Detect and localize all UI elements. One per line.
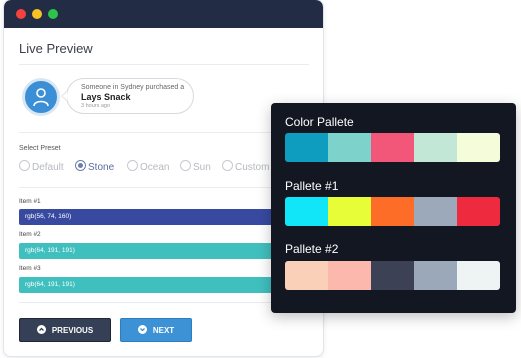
divider [19, 132, 309, 133]
preset-option-default[interactable]: Default [19, 160, 64, 173]
item-color-bar[interactable]: rgb(56, 74, 160) [19, 209, 279, 225]
color-swatch[interactable] [457, 133, 500, 162]
select-preset-label: Select Preset [19, 145, 61, 152]
palette-title: Color Pallete [285, 115, 354, 129]
chevron-up-icon [36, 325, 46, 334]
palette-swatches[interactable] [285, 197, 500, 226]
notification-time: 3 hours ago [81, 103, 111, 109]
color-swatch[interactable] [414, 197, 457, 226]
preset-option-custom[interactable]: Custom [222, 160, 269, 173]
item-color-bar[interactable]: rgb(64, 191, 191) [19, 243, 279, 259]
item-label: Item #3 [19, 265, 41, 272]
palette-panel: Color Pallete Pallete #1 Pallete #2 [271, 103, 516, 313]
avatar [22, 78, 60, 116]
radio-icon [180, 160, 191, 171]
color-swatch[interactable] [328, 261, 371, 290]
color-swatch[interactable] [328, 133, 371, 162]
purchase-notification: Someone in Sydney purchased a Lays Snack… [66, 78, 194, 114]
item-label: Item #1 [19, 198, 41, 205]
preset-option-label: Default [32, 162, 64, 173]
color-swatch[interactable] [414, 261, 457, 290]
close-window-button[interactable] [16, 9, 26, 19]
preset-option-label: Stone [88, 162, 115, 173]
color-swatch[interactable] [285, 133, 328, 162]
palette-title: Pallete #2 [285, 242, 339, 256]
item-color-bar[interactable]: rgb(64, 191, 191) [19, 277, 279, 293]
title-bar [4, 0, 323, 28]
color-swatch[interactable] [371, 261, 414, 290]
minimize-window-button[interactable] [32, 9, 42, 19]
divider [19, 187, 309, 188]
next-button-label: NEXT [152, 326, 175, 335]
color-swatch[interactable] [414, 133, 457, 162]
preset-option-stone[interactable]: Stone [75, 160, 114, 173]
radio-selected-icon [75, 160, 86, 171]
next-button[interactable]: NEXT [120, 318, 192, 342]
color-swatch[interactable] [457, 261, 500, 290]
divider [19, 64, 309, 65]
page-title: Live Preview [19, 41, 93, 56]
preset-option-label: Ocean [140, 162, 170, 173]
palette-swatches[interactable] [285, 261, 500, 290]
preset-option-sun[interactable]: Sun [180, 160, 211, 173]
color-swatch[interactable] [371, 133, 414, 162]
preset-option-ocean[interactable]: Ocean [127, 160, 169, 173]
palette-title: Pallete #1 [285, 179, 339, 193]
notification-text: Someone in Sydney purchased a [81, 84, 185, 91]
user-icon [33, 88, 49, 107]
previous-button-label: PREVIOUS [51, 326, 94, 335]
color-swatch[interactable] [285, 261, 328, 290]
color-swatch[interactable] [285, 197, 328, 226]
radio-icon [19, 160, 30, 171]
bubble-tail-inner [62, 92, 67, 100]
chevron-down-icon [137, 325, 147, 334]
preset-option-label: Sun [193, 162, 211, 173]
notification-product: Lays Snack [81, 92, 131, 102]
radio-icon [222, 160, 233, 171]
divider [19, 302, 309, 303]
preset-option-label: Custom [235, 162, 270, 173]
color-swatch[interactable] [457, 197, 500, 226]
color-swatch[interactable] [371, 197, 414, 226]
previous-button[interactable]: PREVIOUS [19, 318, 111, 342]
palette-swatches[interactable] [285, 133, 500, 162]
radio-icon [127, 160, 138, 171]
item-label: Item #2 [19, 231, 41, 238]
maximize-window-button[interactable] [48, 9, 58, 19]
color-swatch[interactable] [328, 197, 371, 226]
